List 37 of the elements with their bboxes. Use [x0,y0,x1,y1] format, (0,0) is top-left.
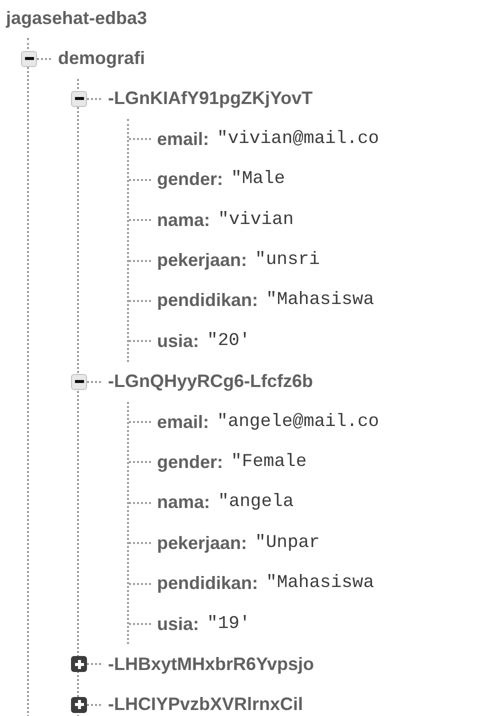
node-key[interactable]: demografi [58,45,146,72]
database-name: jagasehat-edba3 [6,6,148,30]
field-key: pendidikan: [157,287,258,314]
node-key[interactable]: -LHBxytMHxbrR6Yvpsjo [108,650,314,678]
field-key: nama: [157,206,210,234]
node-key[interactable]: -LGnQHyyRCg6-Lfcfz6b [108,368,314,396]
minus-icon [74,97,84,100]
field-value: "Female [231,450,307,474]
field-key: pendidikan: [157,570,258,598]
field-key: usia: [157,610,200,638]
field-value: "20' [207,330,250,353]
field-value: "vivian [218,208,294,232]
field-value: "Mahasiswa [266,572,374,596]
minus-icon [24,57,34,60]
plus-icon [74,700,84,710]
field-key: gender: [157,166,224,194]
field-value: "Mahasiswa [266,289,374,312]
field-value: "Unpar [255,532,320,555]
field-key: nama: [157,489,210,516]
field-value: "vivian@mail.co [217,128,380,151]
plus-icon [74,660,84,669]
field-key: email: [157,126,210,153]
field-value: "angele@mail.co [217,410,380,434]
tree-toggle[interactable] [71,656,87,672]
field-key: gender: [157,448,224,476]
node-key[interactable]: -LHCIYPvzbXVRlrnxCil [108,691,304,716]
minus-icon [74,380,84,384]
field-value: "angela [218,491,294,514]
field-key: email: [157,408,210,436]
node-key[interactable]: -LGnKIAfY91pgZKjYovT [108,85,313,112]
field-value: "unsri [255,249,320,272]
field-key: pekerjaan: [157,530,248,557]
tree-toggle[interactable] [71,696,87,713]
field-value: "19' [207,612,250,636]
field-value: "Male [231,168,286,192]
field-key: usia: [157,328,200,355]
field-key: pekerjaan: [157,247,248,274]
